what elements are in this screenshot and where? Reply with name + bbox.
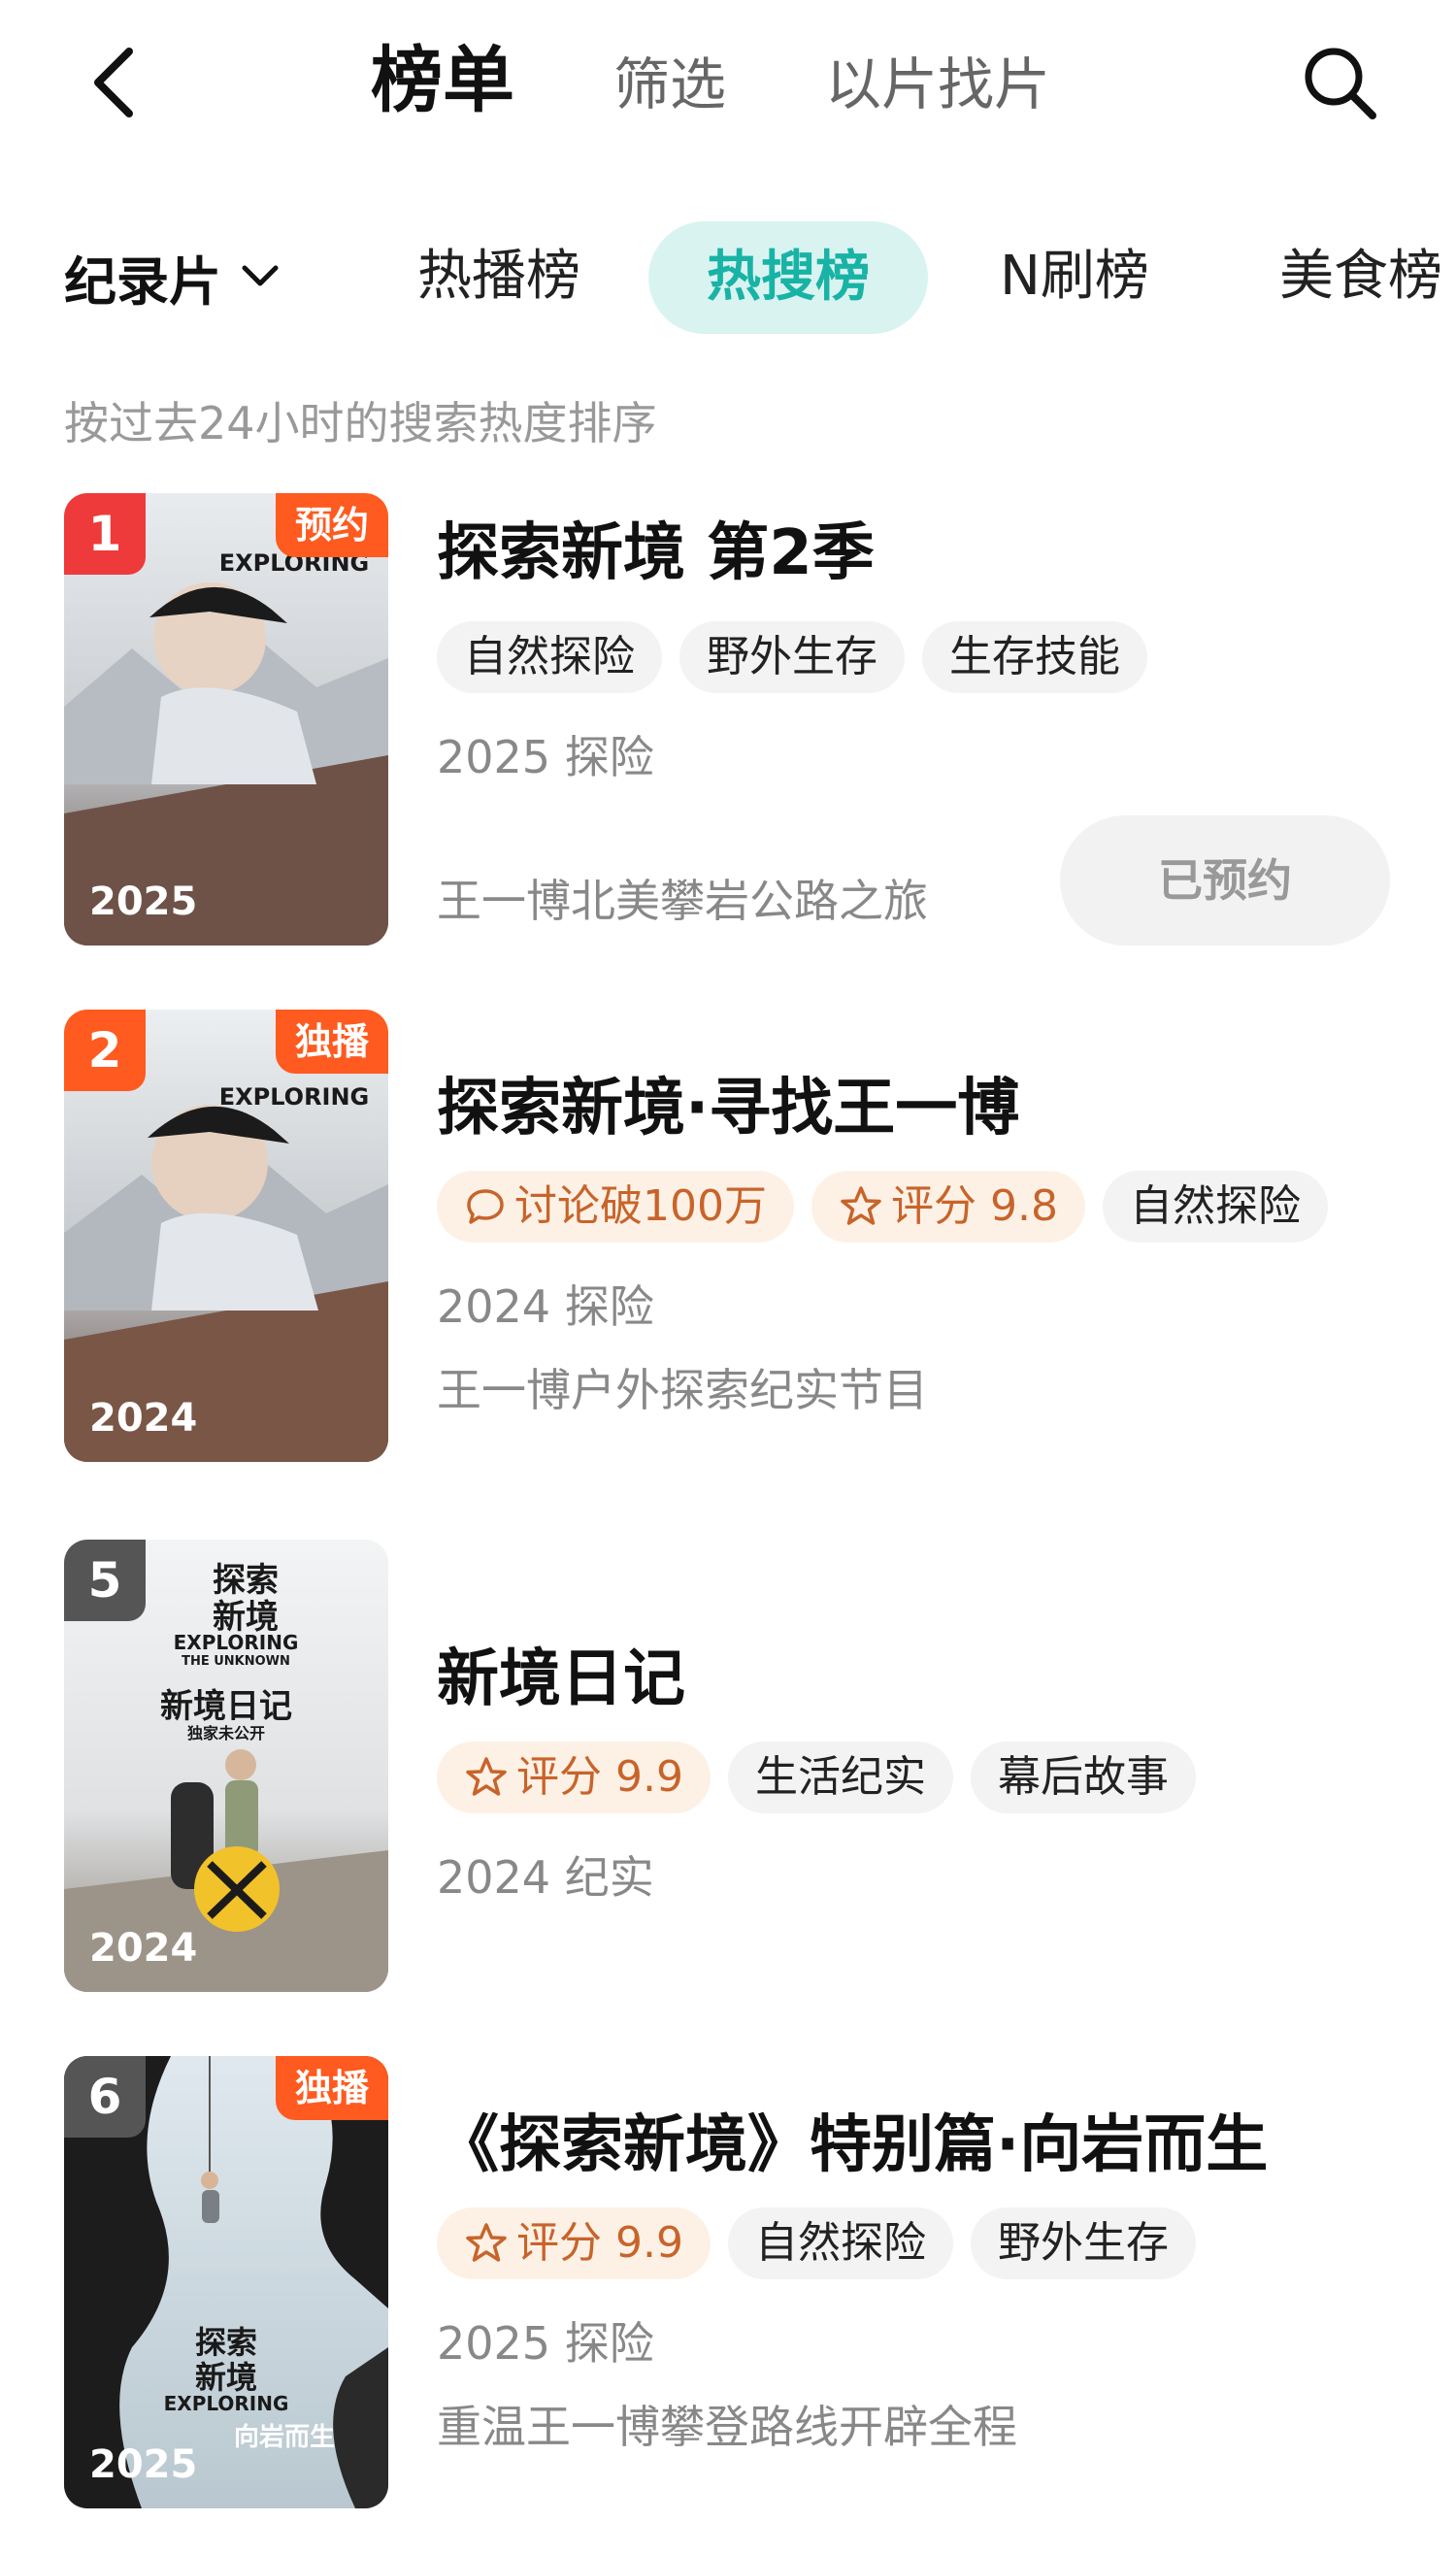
poster-image[interactable]: 探索 新境 EXPLORING THE UNKNOWN 新境日记 独家未公开 5… [64, 1540, 388, 1992]
status-badge: 预约 [275, 493, 388, 557]
tag-rating[interactable]: 评分 9.9 [437, 2207, 711, 2279]
reserved-button[interactable]: 已预约 [1060, 815, 1390, 946]
list-item[interactable]: 探索 新境 EXPLORING 向岩而生 6 独播 2025 《探索新境》特别篇… [0, 2056, 1456, 2512]
tag[interactable]: 野外生存 [970, 2207, 1196, 2279]
tag[interactable]: 生活纪实 [727, 1742, 953, 1813]
tag[interactable]: 幕后故事 [970, 1742, 1196, 1813]
ranking-hint: 按过去24小时的搜索热度排序 [64, 397, 657, 449]
rank-badge: 6 [64, 2056, 146, 2138]
status-badge: 独播 [275, 2056, 388, 2120]
tag-rating[interactable]: 评分 9.9 [437, 1742, 711, 1813]
item-title[interactable]: 《探索新境》特别篇·向岩而生 [437, 2095, 1417, 2184]
tag[interactable]: 自然探险 [727, 2207, 953, 2279]
item-meta: 2025 探险 [437, 731, 654, 783]
poster-year: 2025 [89, 879, 198, 924]
tag[interactable]: 野外生存 [679, 621, 905, 693]
tab-filter[interactable]: 筛选 [613, 41, 726, 128]
rank-badge: 2 [64, 1010, 146, 1091]
tag[interactable]: 生存技能 [922, 621, 1147, 693]
tag-label: 评分 9.9 [516, 1752, 683, 1802]
category-dropdown[interactable]: 纪录片 [64, 233, 281, 320]
poster-title-line: EXPLORING [173, 1631, 299, 1654]
list-item[interactable]: 探索 新境 EXPLORING THE UNKNOWN 新境日记 独家未公开 5… [0, 1540, 1456, 1996]
item-meta: 2024 纪实 [437, 1851, 654, 1904]
rank-badge: 1 [64, 493, 146, 575]
poster-year: 2025 [89, 2442, 198, 2487]
tag-label: 讨论破100万 [514, 1181, 767, 1231]
tag-label: 评分 9.8 [890, 1181, 1058, 1231]
poster-image[interactable]: EXPLORING 2 独播 2024 [64, 1010, 388, 1462]
category-selected-label: 纪录片 [64, 250, 221, 313]
tag-label: 评分 9.9 [516, 2218, 683, 2268]
item-description: 王一博户外探索纪实节目 [437, 1364, 928, 1416]
poster-title-line: THE UNKNOWN [182, 1654, 290, 1669]
tab-hot-play[interactable]: 热播榜 [417, 233, 580, 320]
tag[interactable]: 自然探险 [437, 621, 662, 693]
item-title[interactable]: 探索新境·寻找王一博 [437, 1058, 1417, 1147]
comment-icon [467, 1189, 504, 1224]
poster-image[interactable]: 探索 新境 EXPLORING 向岩而生 6 独播 2025 [64, 2056, 388, 2508]
item-title[interactable]: 新境日记 [437, 1629, 1417, 1718]
top-nav-bar: 榜单 筛选 以片找片 [0, 0, 1456, 165]
chevron-left-icon [94, 48, 133, 117]
chevron-down-icon [242, 265, 279, 286]
poster-image[interactable]: EXPLORING 1 预约 2025 [64, 493, 388, 946]
list-item[interactable]: EXPLORING 1 预约 2025 探索新境 第2季 自然探险 野外生存 生… [0, 493, 1456, 949]
item-meta: 2025 探险 [437, 2317, 654, 2370]
rank-badge: 5 [64, 1540, 146, 1621]
tag-rating[interactable]: 评分 9.8 [811, 1171, 1085, 1243]
item-description: 重温王一博攀登路线开辟全程 [437, 2401, 1017, 2453]
tag[interactable]: 自然探险 [1102, 1171, 1328, 1243]
tag-discussion[interactable]: 讨论破100万 [437, 1171, 794, 1243]
star-icon [466, 2223, 507, 2262]
poster-year: 2024 [89, 1396, 198, 1441]
item-title[interactable]: 探索新境 第2季 [437, 503, 1417, 592]
list-item[interactable]: EXPLORING 2 独播 2024 探索新境·寻找王一博 讨论破100万 评… [0, 1010, 1456, 1466]
search-button[interactable] [1291, 39, 1388, 126]
poster-year: 2024 [89, 1926, 198, 1971]
tab-rewatch[interactable]: N刷榜 [1000, 233, 1149, 320]
tab-hot-search[interactable]: 热搜榜 [648, 221, 928, 334]
tab-food[interactable]: 美食榜 [1279, 233, 1442, 320]
search-icon [1305, 48, 1376, 119]
status-badge: 独播 [275, 1010, 388, 1074]
tab-find-by-clip[interactable]: 以片找片 [825, 41, 1050, 128]
category-tabs: 纪录片 热播榜 热搜榜 N刷榜 美食榜 [0, 214, 1456, 340]
back-button[interactable] [80, 39, 148, 126]
star-icon [466, 1757, 507, 1796]
tab-ranking[interactable]: 榜单 [371, 37, 514, 124]
poster-title-line: 独家未公开 [186, 1724, 265, 1742]
item-meta: 2024 探险 [437, 1280, 654, 1333]
poster-title-line: EXPLORING [163, 2392, 289, 2415]
star-icon [841, 1186, 881, 1225]
